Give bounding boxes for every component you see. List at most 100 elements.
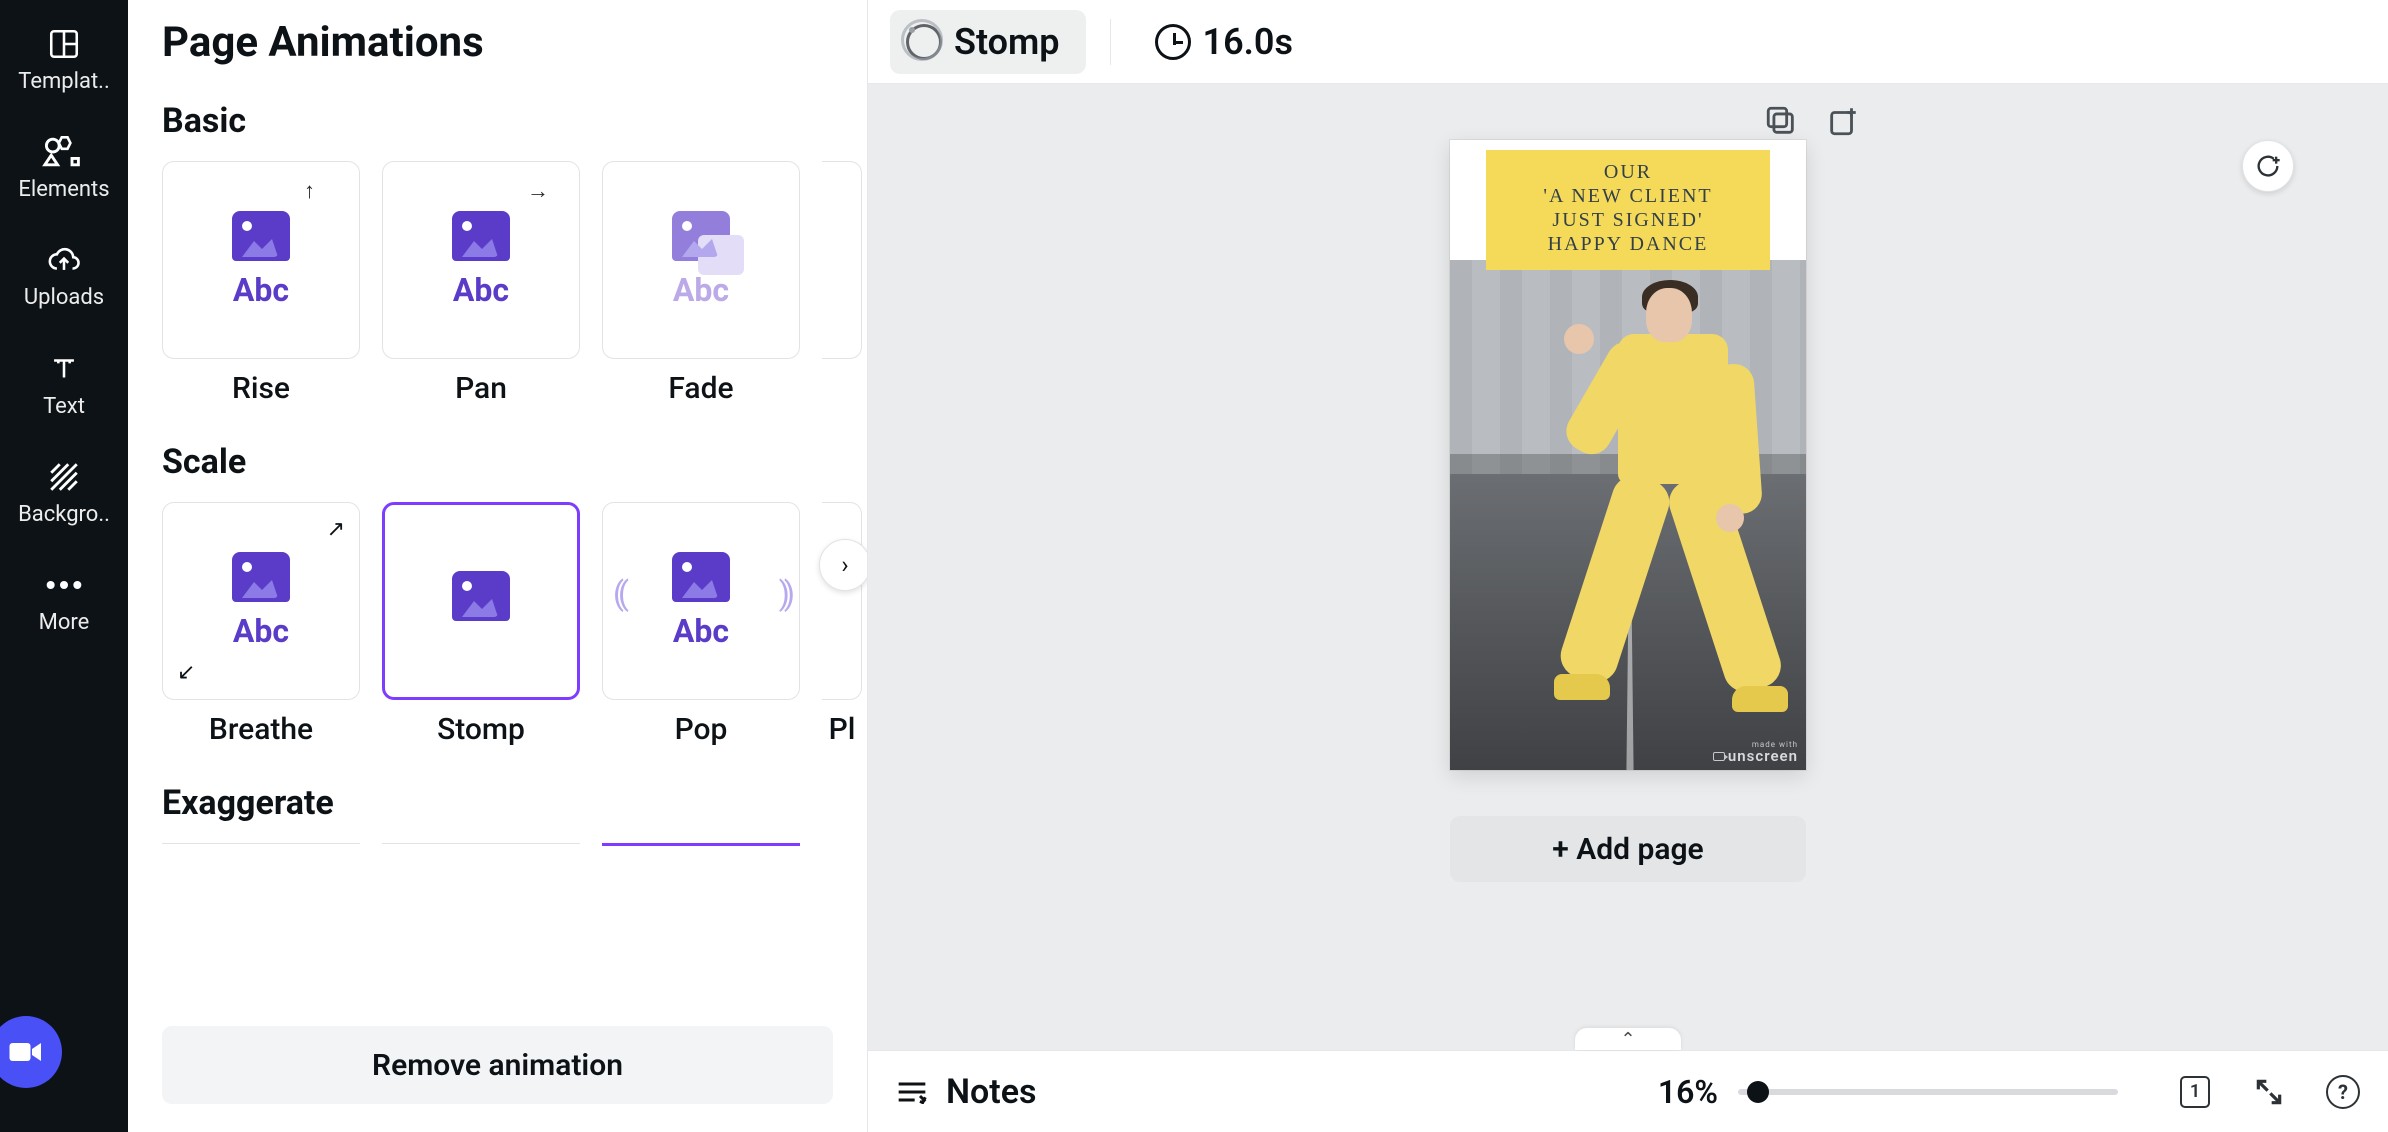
notes-label: Notes	[946, 1072, 1037, 1112]
animations-panel: Page Animations Basic ↑ Abc Rise → A	[128, 0, 868, 1132]
thumb-icon	[672, 552, 730, 602]
wave-icon: ((	[613, 574, 623, 612]
canvas-toolbar: Stomp 16.0s	[868, 0, 2388, 84]
zoom-slider[interactable]	[1738, 1089, 2118, 1095]
anim-tile-stomp[interactable]	[382, 502, 580, 700]
arrow-right-icon: →	[527, 178, 549, 204]
animation-rings-icon	[906, 24, 942, 60]
anim-tile-peek[interactable]	[602, 843, 800, 849]
nav-templates[interactable]: Templat..	[0, 4, 128, 112]
panel-title: Page Animations	[128, 0, 867, 91]
fullscreen-button[interactable]	[2252, 1075, 2286, 1109]
duration-control[interactable]: 16.0s	[1155, 21, 1293, 63]
anim-tile-partial[interactable]	[822, 502, 862, 700]
anim-tile-pop[interactable]: (( )) Abc	[602, 502, 800, 700]
more-icon	[41, 567, 87, 603]
page-actions	[1764, 104, 1860, 138]
thumb-icon	[232, 211, 290, 261]
help-icon: ?	[2326, 1075, 2360, 1109]
current-animation-chip[interactable]: Stomp	[890, 10, 1086, 74]
anim-tile-fade[interactable]: Abc	[602, 161, 800, 359]
tile-label: Rise	[232, 371, 290, 406]
templates-icon	[41, 26, 87, 62]
page-plus-icon	[1826, 104, 1860, 138]
bottom-right-tools: 1 ?	[2178, 1075, 2360, 1109]
chevron-up-icon: ⌃	[1620, 1029, 1635, 1050]
tile-label-partial: Pl	[822, 712, 862, 747]
text-icon	[41, 351, 87, 387]
basic-tiles: ↑ Abc Rise → Abc Pan	[162, 161, 867, 406]
thumb-icon	[672, 211, 730, 261]
anim-tile-partial[interactable]	[822, 161, 862, 359]
comment-button[interactable]	[2242, 140, 2294, 192]
left-nav: Templat.. Elements Uploads Text Backgro.…	[0, 0, 128, 1132]
arrow-up-icon: ↑	[304, 178, 315, 204]
uploads-icon	[41, 242, 87, 278]
tile-abc: Abc	[673, 612, 729, 650]
record-button[interactable]	[0, 1016, 62, 1088]
arrow-diag-icon: ↙	[177, 660, 195, 685]
tile-label: Breathe	[209, 712, 313, 747]
nav-background[interactable]: Backgro..	[0, 437, 128, 545]
anim-tile-breathe[interactable]: ↗ ↙ Abc	[162, 502, 360, 700]
elements-icon	[41, 134, 87, 170]
duplicate-icon	[1764, 104, 1798, 138]
notes-button[interactable]: Notes	[896, 1072, 1037, 1112]
nav-label: Backgro..	[18, 503, 110, 527]
bottom-bar: Notes 16% 1 ?	[868, 1050, 2388, 1132]
duplicate-page-button[interactable]	[1764, 104, 1798, 138]
remove-animation-button[interactable]: Remove animation	[162, 1026, 833, 1104]
anim-tile-rise[interactable]: ↑ Abc	[162, 161, 360, 359]
zoom-value: 16%	[1658, 1073, 1718, 1111]
add-page-above-button[interactable]	[1826, 104, 1860, 138]
add-page-button[interactable]: + Add page	[1450, 816, 1806, 882]
nav-more[interactable]: More	[0, 545, 128, 653]
nav-label: More	[39, 611, 90, 635]
thumb-icon	[452, 571, 510, 621]
section-basic-title: Basic	[162, 101, 867, 141]
tile-label: Stomp	[437, 712, 525, 747]
tile-label: Fade	[668, 371, 733, 406]
tile-label: Pop	[675, 712, 728, 747]
zoom-slider-thumb[interactable]	[1747, 1081, 1769, 1103]
nav-label: Uploads	[24, 286, 104, 310]
anim-tile-peek[interactable]	[162, 843, 360, 849]
anim-tile-pan[interactable]: → Abc	[382, 161, 580, 359]
section-exaggerate-title: Exaggerate	[162, 783, 867, 823]
canvas-stage: OUR 'A NEW CLIENT JUST SIGNED' HAPPY DAN…	[868, 84, 2388, 1050]
watermark: made with unscreen	[1713, 741, 1798, 764]
zoom-control: 16%	[1658, 1073, 2118, 1111]
scroll-right-button[interactable]: ›	[819, 539, 867, 591]
scale-tiles: ↗ ↙ Abc Breathe Stomp (( )	[162, 502, 867, 747]
nav-elements[interactable]: Elements	[0, 112, 128, 220]
thumb-icon	[452, 211, 510, 261]
tile-abc: Abc	[673, 271, 729, 309]
comment-plus-icon	[2254, 152, 2282, 180]
duration-label: 16.0s	[1203, 21, 1293, 63]
design-headline[interactable]: OUR 'A NEW CLIENT JUST SIGNED' HAPPY DAN…	[1486, 150, 1770, 270]
exaggerate-tiles	[162, 843, 867, 849]
add-page-label: + Add page	[1552, 832, 1703, 867]
nav-text[interactable]: Text	[0, 329, 128, 437]
dancing-person[interactable]	[1546, 288, 1776, 718]
current-animation-label: Stomp	[954, 21, 1060, 63]
help-button[interactable]: ?	[2326, 1075, 2360, 1109]
pages-icon: 1	[2180, 1076, 2210, 1108]
design-page[interactable]: OUR 'A NEW CLIENT JUST SIGNED' HAPPY DAN…	[1450, 140, 1806, 770]
nav-uploads[interactable]: Uploads	[0, 220, 128, 328]
notes-icon	[896, 1080, 928, 1104]
nav-label: Templat..	[18, 70, 110, 94]
nav-label: Elements	[18, 178, 109, 202]
timeline-toggle[interactable]: ⌃	[1575, 1028, 1681, 1050]
tile-abc: Abc	[233, 271, 289, 309]
thumb-icon	[232, 552, 290, 602]
chevron-right-icon: ›	[841, 551, 848, 579]
panel-scroll: Basic ↑ Abc Rise → Abc	[128, 91, 867, 1026]
nav-label: Text	[43, 395, 85, 419]
arrow-diag-icon: ↗	[327, 517, 345, 542]
page-count-button[interactable]: 1	[2178, 1075, 2212, 1109]
wave-icon: ))	[779, 574, 789, 612]
anim-tile-peek[interactable]	[382, 843, 580, 849]
separator	[1110, 19, 1111, 65]
remove-animation-label: Remove animation	[372, 1048, 623, 1083]
